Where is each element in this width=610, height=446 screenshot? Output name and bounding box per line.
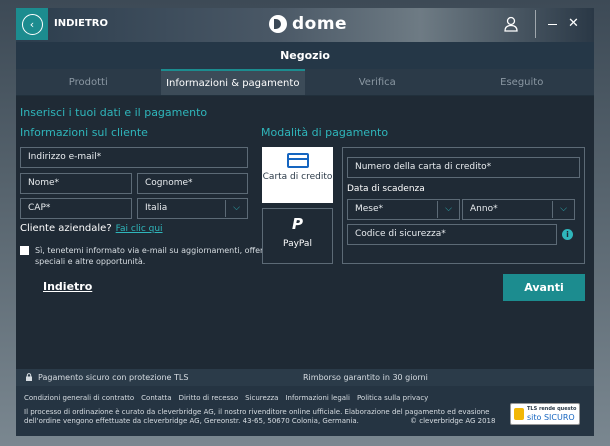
paypal-icon: P — [292, 215, 303, 233]
payment-heading: Modalità di pagamento — [261, 126, 389, 139]
tab-eseguito[interactable]: Eseguito — [450, 69, 595, 95]
lock-icon — [26, 373, 32, 381]
business-question-text: Cliente aziendale? — [20, 223, 112, 234]
info-icon[interactable]: i — [562, 229, 573, 240]
tab-informazioni-pagamento[interactable]: Informazioni & pagamento — [160, 69, 305, 95]
expiry-year-select[interactable]: Anno* ⌵ — [462, 199, 575, 220]
refund-text: Rimborso garantito in 30 giorni — [303, 373, 428, 382]
footer-link-privacy[interactable]: Politica sulla privacy — [357, 394, 428, 402]
email-field[interactable]: Indirizzo e-mail* — [20, 147, 248, 168]
email-placeholder: Indirizzo e-mail* — [28, 152, 102, 162]
next-button[interactable]: Avanti — [503, 274, 585, 301]
back-label[interactable]: INDIETRO — [54, 18, 108, 29]
chevron-down-icon: ⌵ — [225, 200, 247, 217]
chevron-down-icon: ⌵ — [437, 201, 459, 218]
country-select[interactable]: Italia ⌵ — [137, 198, 248, 219]
top-bar: ‹ INDIETRO dome ✕ — [16, 8, 594, 42]
newsletter-checkbox[interactable] — [20, 246, 29, 255]
security-code-field[interactable]: Codice di sicurezza* — [347, 224, 557, 245]
country-value: Italia — [145, 203, 168, 213]
year-placeholder: Anno* — [470, 204, 498, 214]
close-icon[interactable]: ✕ — [568, 16, 579, 31]
footer-links: Condizioni generali di contratto Contatt… — [24, 394, 428, 402]
expiry-label: Data di scadenza — [347, 184, 425, 194]
payment-method-paypal[interactable]: P PayPal — [262, 208, 333, 264]
firstname-field[interactable]: Nome* — [20, 173, 132, 194]
footer-link-withdrawal[interactable]: Diritto di recesso — [179, 394, 239, 402]
expiry-month-select[interactable]: Mese* ⌵ — [347, 199, 460, 220]
badge-top-text: TLS rende questo — [527, 406, 577, 412]
minimize-icon[interactable] — [548, 24, 557, 25]
firstname-placeholder: Nome* — [28, 178, 60, 188]
footer-link-legal[interactable]: Informazioni legali — [285, 394, 350, 402]
footer-link-security[interactable]: Sicurezza — [245, 394, 278, 402]
dome-logo-mark-icon — [269, 15, 287, 33]
card-number-placeholder: Numero della carta di credito* — [355, 162, 492, 172]
user-icon[interactable] — [504, 16, 518, 32]
badge-bottom-text: sito SICURO — [527, 413, 575, 422]
payment-method-credit-card[interactable]: Carta di credito — [262, 147, 333, 203]
paypal-label: PayPal — [283, 239, 312, 249]
dome-logo: dome — [269, 14, 347, 34]
month-placeholder: Mese* — [355, 204, 384, 214]
back-arrow-icon: ‹ — [21, 13, 43, 35]
tab-verifica[interactable]: Verifica — [305, 69, 450, 95]
newsletter-text: Sì, tenetemi informato via e-mail su agg… — [35, 246, 272, 266]
footer-link-contact[interactable]: Contatta — [141, 394, 171, 402]
back-link[interactable]: Indietro — [43, 280, 92, 293]
business-link[interactable]: Fai clic qui — [116, 224, 163, 234]
back-button[interactable]: ‹ — [16, 8, 48, 40]
tls-secure-badge: TLS rende questo sito SICURO — [510, 403, 580, 425]
credit-card-label: Carta di credito — [262, 172, 333, 182]
credit-card-icon — [286, 153, 309, 168]
step-tabs: Prodotti Informazioni & pagamento Verifi… — [16, 69, 594, 96]
toolbar-divider — [535, 10, 536, 38]
form-heading: Inserisci i tuoi dati e il pagamento — [20, 106, 208, 119]
lastname-field[interactable]: Cognome* — [137, 173, 248, 194]
tab-prodotti[interactable]: Prodotti — [16, 69, 161, 95]
business-question: Cliente aziendale? Fai clic qui — [20, 223, 163, 234]
chevron-down-icon: ⌵ — [552, 201, 574, 218]
cvv-placeholder: Codice di sicurezza* — [355, 229, 446, 239]
card-number-field[interactable]: Numero della carta di credito* — [347, 157, 580, 178]
badge-lock-icon — [514, 408, 524, 420]
customer-heading: Informazioni sul cliente — [20, 126, 148, 139]
app-window: ‹ INDIETRO dome ✕ Negozio Prodotti Infor… — [16, 8, 594, 436]
zip-placeholder: CAP* — [28, 203, 51, 213]
footer-link-conditions[interactable]: Condizioni generali di contratto — [24, 394, 134, 402]
zip-field[interactable]: CAP* — [20, 198, 132, 219]
logo-text: dome — [292, 14, 348, 34]
copyright: © cleverbridge AG 2018 — [410, 417, 496, 425]
lastname-placeholder: Cognome* — [145, 178, 193, 188]
secure-payment-text: Pagamento sicuro con protezione TLS — [38, 373, 189, 382]
footer-trust-bar: Pagamento sicuro con protezione TLS Rimb… — [16, 369, 594, 386]
page-title: Negozio — [16, 42, 594, 69]
